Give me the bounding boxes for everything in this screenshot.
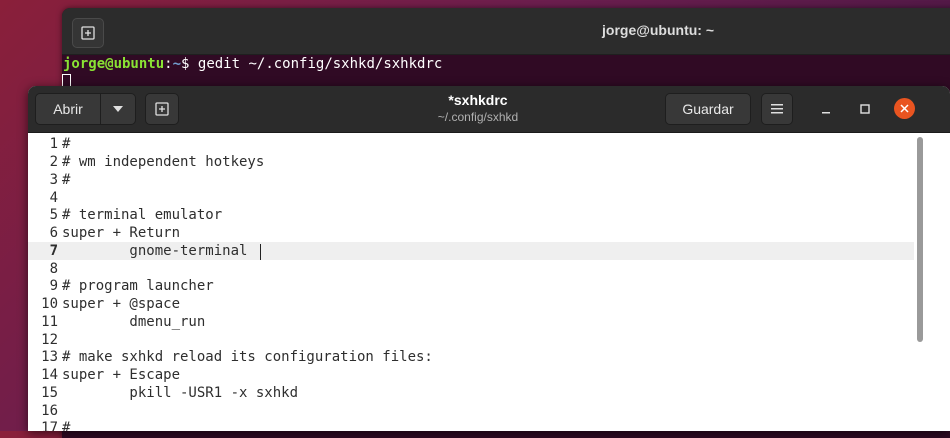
terminal-header: jorge@ubuntu: ~ [62, 8, 950, 55]
line-number: 4 [49, 190, 58, 206]
vertical-scrollbar[interactable] [917, 137, 923, 342]
line-text: dmenu_run [62, 314, 206, 330]
line-text: # terminal emulator [62, 207, 223, 223]
line-text: super + Escape [62, 367, 181, 383]
editor-line: 14 super + Escape [28, 366, 914, 384]
line-number: 8 [49, 261, 58, 277]
text-caret [260, 244, 261, 260]
line-text: pkill -USR1 -x sxhkd [62, 385, 299, 401]
gedit-window[interactable]: Abrir *sxhkdrc ~/.config/sxhkd Guardar 1… [28, 86, 950, 431]
line-number: 15 [41, 385, 58, 401]
line-number: 13 [41, 349, 58, 365]
hamburger-icon [771, 104, 783, 114]
line-number: 10 [41, 296, 58, 312]
save-button[interactable]: Guardar [665, 93, 751, 125]
open-button[interactable]: Abrir [35, 93, 101, 125]
hamburger-menu-button[interactable] [761, 93, 793, 125]
line-number: 11 [41, 314, 58, 330]
window-title-block: *sxhkdrc ~/.config/sxhkd [408, 92, 548, 125]
minimize-button[interactable] [817, 100, 835, 118]
editor-line: 5 # terminal emulator [28, 206, 914, 224]
close-icon [900, 104, 909, 113]
line-number: 2 [49, 154, 58, 170]
editor-line: 15 pkill -USR1 -x sxhkd [28, 384, 914, 402]
editor-line: 1 # [28, 135, 914, 153]
document-title: *sxhkdrc [448, 92, 508, 108]
maximize-icon [860, 104, 870, 114]
line-text: super + Return [62, 225, 181, 241]
editor-line: 3 # [28, 171, 914, 189]
line-number: 16 [41, 403, 58, 419]
line-text: # program launcher [62, 278, 214, 294]
new-document-button[interactable] [145, 93, 179, 125]
editor-line: 11 dmenu_run [28, 313, 914, 331]
line-number: 3 [49, 172, 58, 188]
editor-line: 12 [28, 331, 914, 349]
header-bar: Abrir *sxhkdrc ~/.config/sxhkd Guardar [28, 86, 950, 133]
editor-line: 10 super + @space [28, 295, 914, 313]
line-number: 1 [49, 136, 58, 152]
prompt-path: ~ [172, 56, 182, 72]
terminal-command: gedit ~/.config/sxhkd/sxhkdrc [197, 56, 443, 72]
prompt-user: jorge@ubuntu [63, 56, 165, 72]
editor-line: 4 [28, 189, 914, 207]
new-tab-button[interactable] [72, 18, 104, 48]
editor-line: 13 # make sxhkd reload its configuration … [28, 348, 914, 366]
current-editor-line: 7 gnome-terminal [28, 242, 914, 260]
line-text: super + @space [62, 296, 181, 312]
editor-line: 16 [28, 402, 914, 420]
line-number: 17 [41, 420, 58, 431]
close-button[interactable] [894, 98, 915, 119]
line-number: 7 [49, 243, 58, 259]
maximize-button[interactable] [856, 100, 874, 118]
line-text: gnome-terminal [62, 243, 248, 259]
editor-line: 9 # program launcher [28, 277, 914, 295]
open-dropdown-button[interactable] [100, 93, 136, 125]
prompt-symbol: $ [181, 56, 198, 72]
editor-line: 17 # [28, 419, 914, 431]
editor-line: 6 super + Return [28, 224, 914, 242]
terminal-title: jorge@ubuntu: ~ [602, 22, 715, 38]
new-tab-icon [81, 26, 95, 40]
editor-line: 2 # wm independent hotkeys [28, 153, 914, 171]
prompt-separator: : [164, 56, 173, 72]
line-text: # wm independent hotkeys [62, 154, 265, 170]
line-number: 14 [41, 367, 58, 383]
line-number: 6 [49, 225, 58, 241]
editor-line: 8 [28, 260, 914, 278]
line-number: 12 [41, 332, 58, 348]
line-text: # [62, 136, 71, 152]
line-text: # make sxhkd reload its configuration fi… [62, 349, 433, 365]
minimize-icon [822, 112, 830, 114]
text-editor-area[interactable]: 1 # 2 # wm independent hotkeys 3 # 4 5 # ter… [28, 133, 950, 431]
document-path: ~/.config/sxhkd [437, 110, 519, 124]
new-document-icon [155, 102, 169, 116]
chevron-down-icon [113, 106, 123, 112]
line-number: 5 [49, 207, 58, 223]
terminal-command-line: jorge@ubuntu:~$ gedit ~/.config/sxhkd/sx… [62, 56, 442, 72]
line-text: # [62, 172, 71, 188]
line-text: # [62, 420, 71, 431]
line-number: 9 [49, 278, 58, 294]
